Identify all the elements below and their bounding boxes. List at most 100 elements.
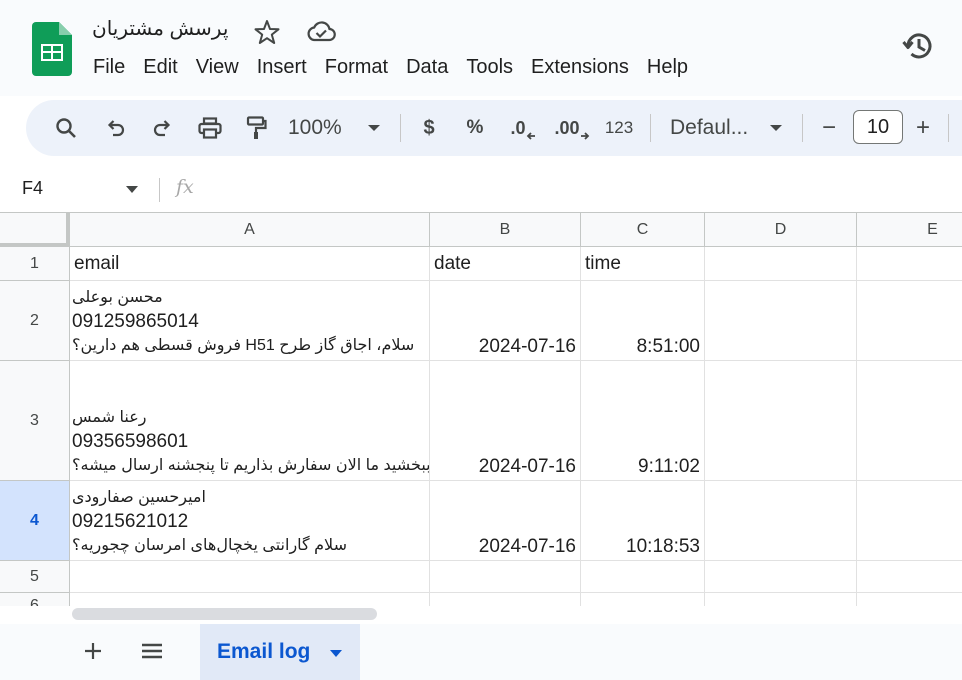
row-header-5[interactable]: 5 [0,561,70,593]
font-family-select[interactable]: Defaul... [670,100,760,156]
add-sheet-icon[interactable] [80,638,106,664]
menu-help[interactable]: Help [638,54,697,81]
customer-phone: 091259865014 [72,311,199,332]
cell-a1[interactable]: email [70,247,430,281]
sheet-tab-email-log[interactable]: Email log [200,624,360,680]
cell-c3[interactable]: 9:11:02 [581,361,705,481]
cell-c6[interactable] [581,593,705,606]
column-header-b[interactable]: B [430,213,581,247]
redo-button[interactable] [146,100,178,156]
star-icon[interactable] [254,19,280,45]
currency-format-button[interactable]: $ [416,100,442,156]
increase-decimal-button[interactable]: .00 [554,100,590,156]
more-formats-button[interactable]: 123 [602,100,636,156]
undo-button[interactable] [100,100,132,156]
increase-font-size-button[interactable]: + [910,100,936,156]
menu-extensions[interactable]: Extensions [522,54,638,81]
row-header-4[interactable]: 4 [0,481,70,561]
customer-message: سلام، اجاق گاز طرح H51 فروش قسطی هم داری… [72,337,415,354]
history-icon[interactable] [900,27,938,65]
decrease-font-size-button[interactable]: − [816,100,842,156]
menu-format[interactable]: Format [316,54,397,81]
cell-a6[interactable] [70,593,430,606]
cell-b6[interactable] [430,593,581,606]
customer-phone: 09215621012 [72,511,189,532]
menu-view[interactable]: View [187,54,248,81]
cell-b1[interactable]: date [430,247,581,281]
name-box[interactable]: F4 [22,178,43,199]
column-header-c[interactable]: C [581,213,705,247]
row-header-2[interactable]: 2 [0,281,70,361]
cell-a2[interactable]: محسن بوعلی 091259865014 سلام، اجاق گاز ط… [70,281,430,361]
toolbar-divider [802,114,803,142]
chevron-down-icon [368,125,380,131]
cell-c5[interactable] [581,561,705,593]
toolbar-divider [400,114,401,142]
customer-name: محسن بوعلی [72,289,163,306]
cell-d2[interactable] [705,281,857,361]
menu-insert[interactable]: Insert [248,54,316,81]
cell-b2[interactable]: 2024-07-16 [430,281,581,361]
print-button[interactable] [194,100,226,156]
row-header-6[interactable]: 6 [0,593,70,606]
toolbar-divider [948,114,949,142]
toolbar: 100% $ % .0 .00 123 Defaul... − 10 + [26,100,962,156]
cloud-done-icon[interactable] [306,19,336,45]
cell-e1[interactable] [857,247,962,281]
toolbar-divider [650,114,651,142]
chevron-down-icon[interactable] [126,186,138,193]
cell-a5[interactable] [70,561,430,593]
undo-icon [107,120,125,137]
column-header-e[interactable]: E [857,213,962,247]
paint-format-button[interactable] [240,100,272,156]
cell-b3[interactable]: 2024-07-16 [430,361,581,481]
menu-tools[interactable]: Tools [457,54,522,81]
cell-e5[interactable] [857,561,962,593]
cell-c4[interactable]: 10:18:53 [581,481,705,561]
zoom-dropdown-button[interactable] [364,100,384,156]
cell-e3[interactable] [857,361,962,481]
row-header-1[interactable]: 1 [0,247,70,281]
cell-d4[interactable] [705,481,857,561]
cell-c1[interactable]: time [581,247,705,281]
horizontal-scrollbar[interactable] [70,606,962,624]
all-sheets-icon[interactable] [138,638,166,664]
redo-icon [153,120,171,137]
customer-name: امیرحسین صفارودی [72,489,206,506]
font-dropdown-button[interactable] [766,100,786,156]
cell-d3[interactable] [705,361,857,481]
column-header-d[interactable]: D [705,213,857,247]
column-header-a[interactable]: A [70,213,430,247]
document-title[interactable]: پرسش مشتریان [92,16,228,41]
sheet-tabs-bar: Email log [0,624,962,680]
decrease-decimal-button[interactable]: .0 [506,100,540,156]
paint-format-icon [246,116,267,139]
font-size-input[interactable]: 10 [853,110,903,144]
percent-format-button[interactable]: % [462,100,488,156]
menu-file[interactable]: File [84,54,134,81]
menu-edit[interactable]: Edit [134,54,186,81]
chevron-down-icon[interactable] [330,650,342,657]
cell-d6[interactable] [705,593,857,606]
cell-d1[interactable] [705,247,857,281]
spreadsheet-grid: A B C D E 1 2 3 4 5 6 email date time مح… [0,212,962,606]
cell-e2[interactable] [857,281,962,361]
menu-data[interactable]: Data [397,54,457,81]
select-all-corner[interactable] [0,213,70,247]
cell-b5[interactable] [430,561,581,593]
row-header-3[interactable]: 3 [0,361,70,481]
cell-a3[interactable]: رعنا شمس 09356598601 ببخشید ما الان سفار… [70,361,430,481]
google-sheets-logo[interactable] [32,22,72,76]
cell-e6[interactable] [857,593,962,606]
cell-c2[interactable]: 8:51:00 [581,281,705,361]
cell-e4[interactable] [857,481,962,561]
cell-b4[interactable]: 2024-07-16 [430,481,581,561]
scrollbar-thumb[interactable] [72,608,377,620]
menu-bar: File Edit View Insert Format Data Tools … [84,54,697,81]
function-icon: fx [176,176,194,198]
arrow-right-icon [580,132,589,140]
cell-a4[interactable]: امیرحسین صفارودی 09215621012 سلام گارانت… [70,481,430,561]
cell-d5[interactable] [705,561,857,593]
zoom-select[interactable]: 100% [288,100,352,156]
search-menus-button[interactable] [50,100,82,156]
